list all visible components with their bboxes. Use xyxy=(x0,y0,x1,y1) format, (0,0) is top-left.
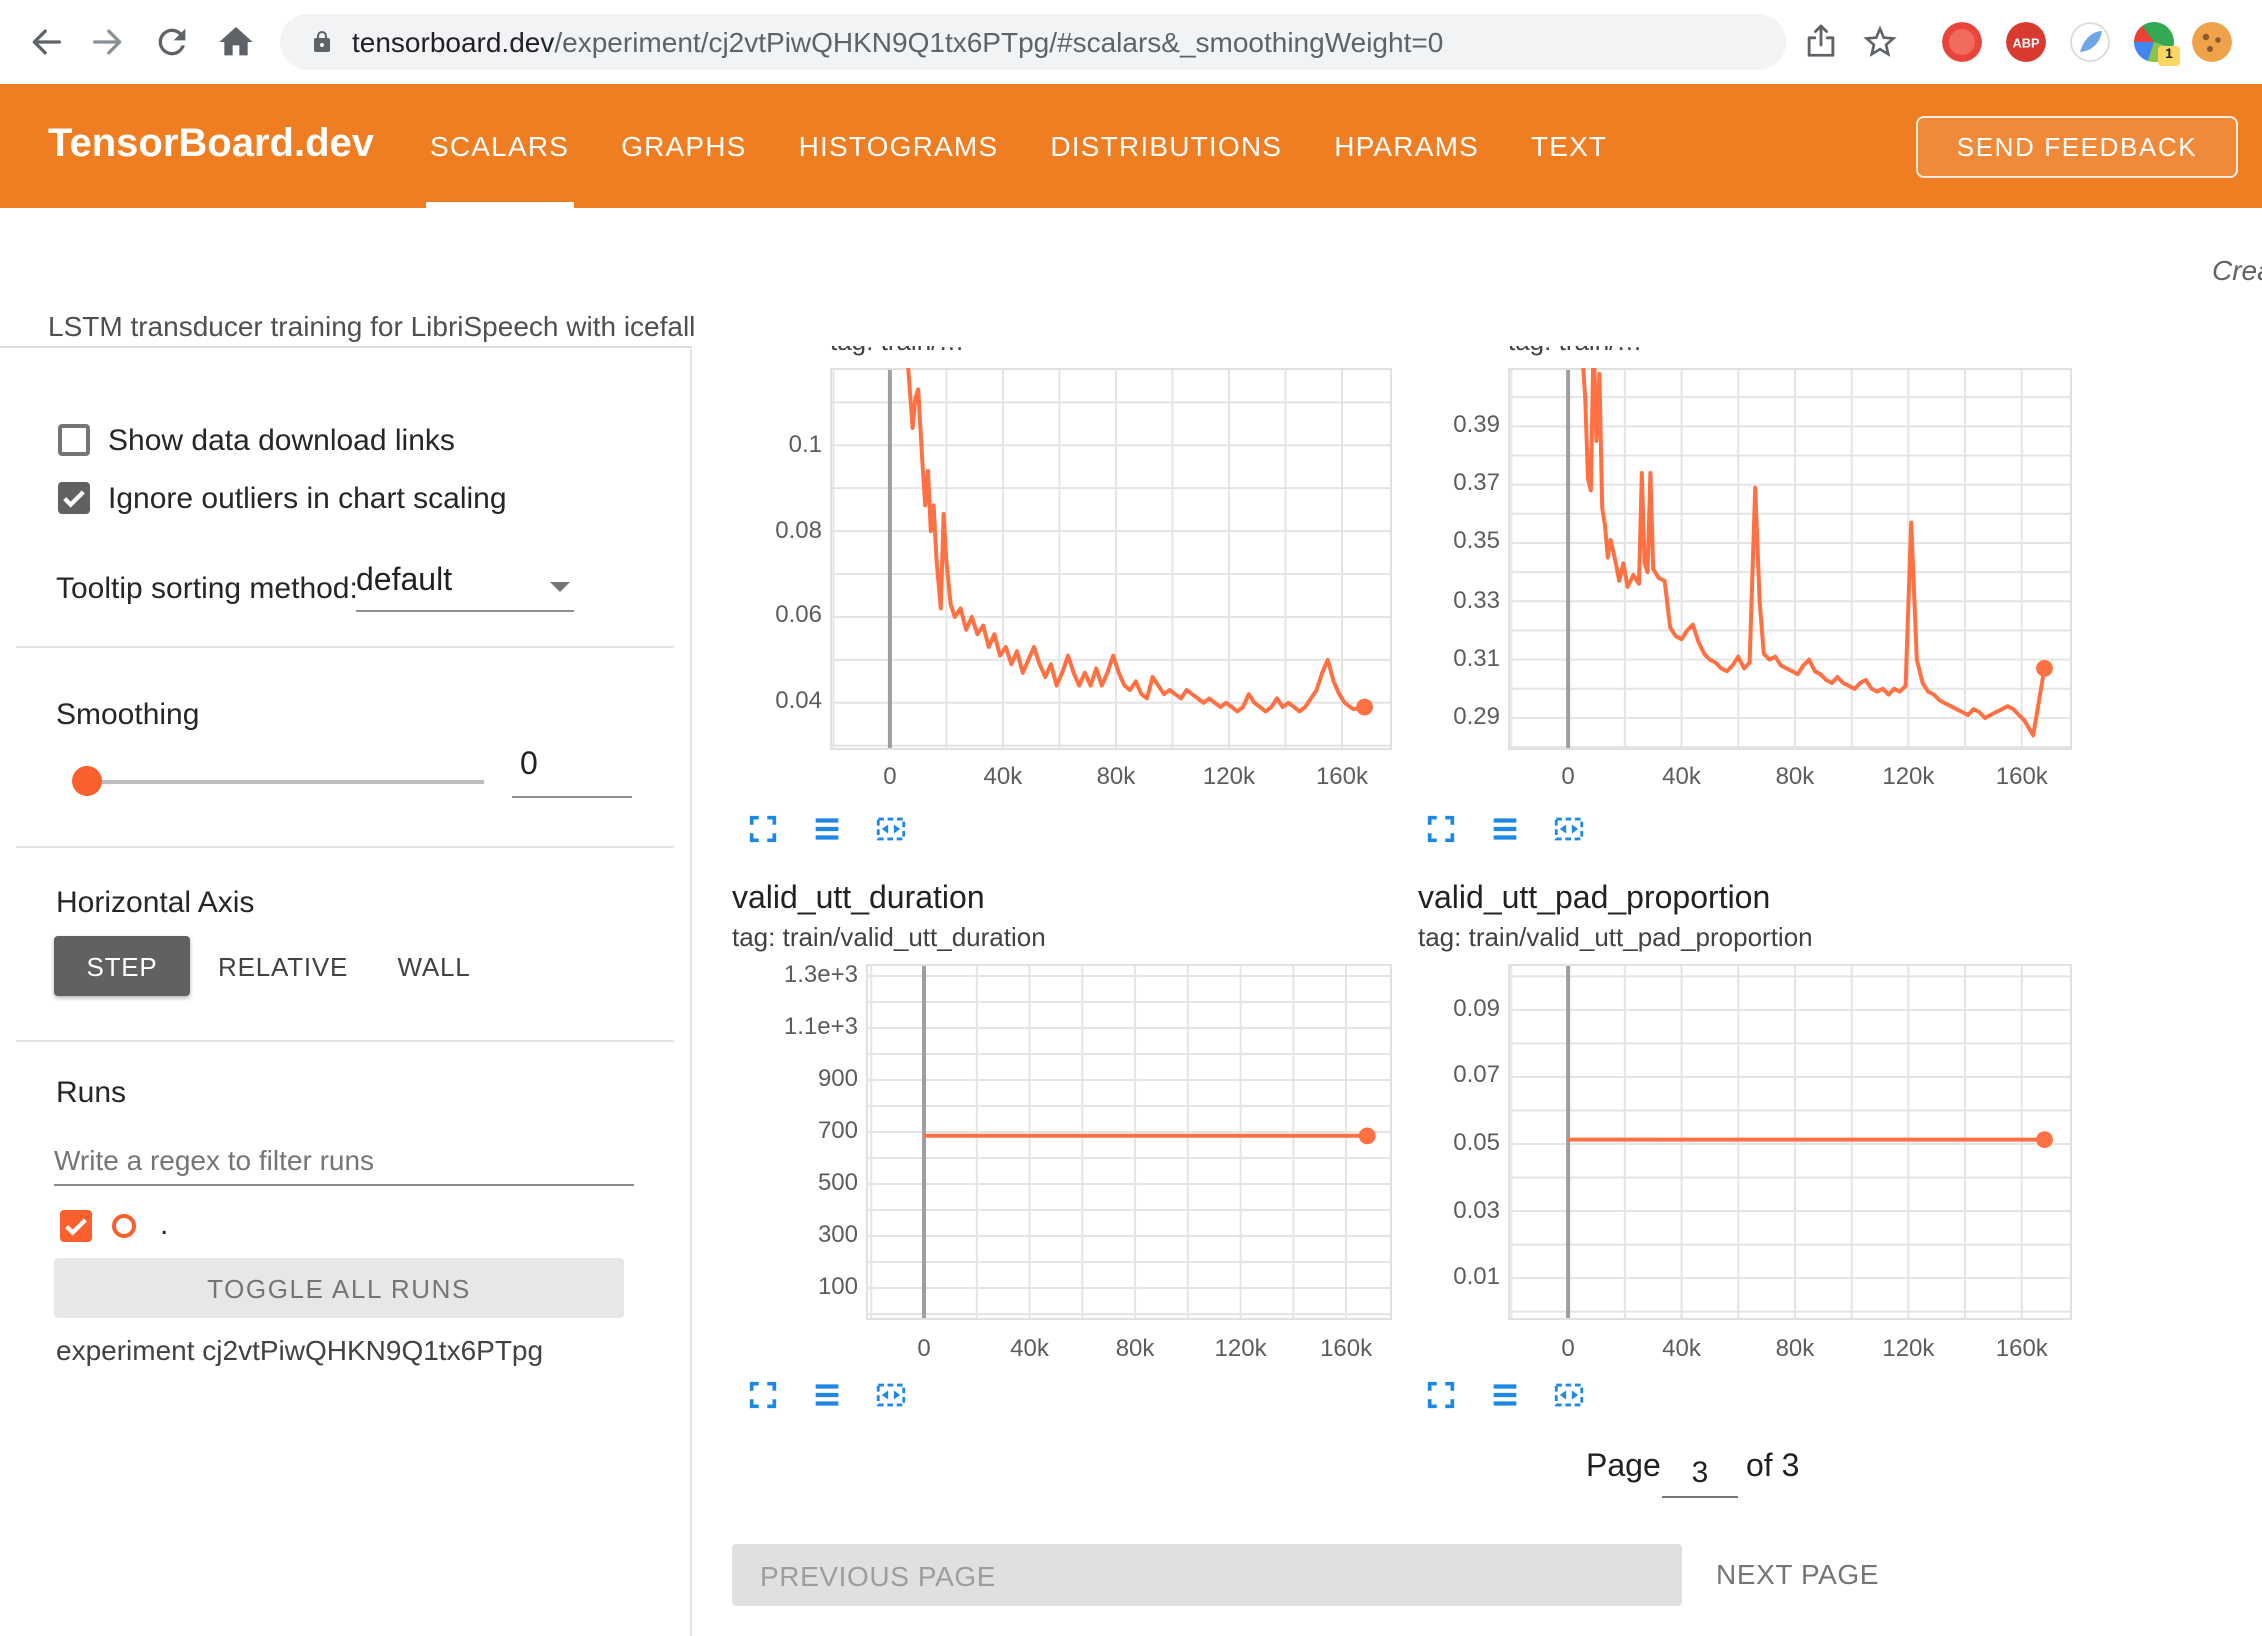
subheader: Crea LSTM transducer training for LibriS… xyxy=(0,208,2262,346)
browser-toolbar: tensorboard.dev/experiment/cj2vtPiwQHKN9… xyxy=(0,0,2262,84)
smoothing-slider-track[interactable] xyxy=(80,780,484,784)
home-icon[interactable] xyxy=(216,22,256,62)
blocker-extension-icon[interactable] xyxy=(1942,22,1982,62)
y-tick-label: 0.05 xyxy=(1453,1128,1500,1156)
x-tick-label: 120k xyxy=(1882,1334,1934,1362)
share-icon[interactable] xyxy=(1802,22,1840,60)
smoothing-slider-thumb[interactable] xyxy=(72,766,102,796)
reload-icon[interactable] xyxy=(152,22,192,62)
smoothing-label: Smoothing xyxy=(56,698,199,732)
fullscreen-icon[interactable] xyxy=(1424,1378,1458,1412)
tooltip-sorting-value: default xyxy=(356,564,452,598)
y-tick-label: 0.01 xyxy=(1453,1262,1500,1290)
back-icon[interactable] xyxy=(26,22,66,62)
page-number-input[interactable]: 3 xyxy=(1662,1448,1738,1498)
run-name: . xyxy=(160,1208,168,1242)
x-tick-label: 80k xyxy=(1776,1334,1815,1362)
divider xyxy=(16,1040,674,1042)
feather-extension-icon[interactable] xyxy=(2070,22,2110,62)
y-tick-label: 0.03 xyxy=(1453,1195,1500,1223)
abp-extension-icon[interactable]: ABP xyxy=(2006,22,2046,62)
star-icon[interactable] xyxy=(1860,22,1900,62)
settings-sidebar: Show data download links Ignore outliers… xyxy=(0,346,692,1636)
app-header: TensorBoard.dev SCALARS GRAPHS HISTOGRAM… xyxy=(0,84,2262,208)
ignore-outliers-label: Ignore outliers in chart scaling xyxy=(108,482,507,516)
divider xyxy=(16,846,674,848)
chart-toolbar xyxy=(1424,1378,1586,1412)
y-axis: 0.09 0.07 0.05 0.03 0.01 xyxy=(1380,964,1500,1320)
url-text: tensorboard.dev/experiment/cj2vtPiwQHKN9… xyxy=(352,26,1443,58)
run-color-swatch xyxy=(112,1214,136,1238)
x-tick-label: 40k xyxy=(1662,1334,1701,1362)
nav-tabs: SCALARS GRAPHS HISTOGRAMS DISTRIBUTIONS … xyxy=(430,84,1607,208)
x-axis: 0 40k 80k 120k 160k xyxy=(1508,1334,2072,1366)
creator-text-partial: Crea xyxy=(2212,254,2262,286)
x-tick-label: 0 xyxy=(1561,1334,1574,1362)
y-tick-label: 0.07 xyxy=(1453,1061,1500,1089)
ignore-outliers-checkbox[interactable] xyxy=(58,482,90,514)
notification-badge: 1 xyxy=(2158,46,2180,66)
tab-scalars[interactable]: SCALARS xyxy=(430,84,569,208)
axis-relative-button[interactable]: RELATIVE xyxy=(206,936,350,996)
tooltip-sorting-label: Tooltip sorting method: xyxy=(56,572,358,606)
run-checkbox[interactable] xyxy=(60,1210,92,1242)
page-label: Page xyxy=(1586,1450,1661,1486)
tooltip-sorting-dropdown[interactable]: default xyxy=(356,564,574,612)
lock-icon xyxy=(310,30,334,54)
experiment-name: experiment cj2vtPiwQHKN9Q1tx6PTpg xyxy=(56,1334,543,1366)
show-download-links-checkbox[interactable] xyxy=(58,424,90,456)
runs-label: Runs xyxy=(56,1076,126,1110)
page: tensorboard.dev/experiment/cj2vtPiwQHKN9… xyxy=(0,0,2262,1636)
tab-text[interactable]: TEXT xyxy=(1531,84,1607,208)
axis-step-button[interactable]: STEP xyxy=(54,936,190,996)
next-page-button[interactable]: NEXT PAGE xyxy=(1716,1558,1879,1590)
chart-plot[interactable] xyxy=(1508,964,2072,1320)
previous-page-button[interactable]: PREVIOUS PAGE xyxy=(732,1544,1682,1606)
tab-histograms[interactable]: HISTOGRAMS xyxy=(799,84,999,208)
send-feedback-button[interactable]: SEND FEEDBACK xyxy=(1916,116,2238,178)
show-download-links-label: Show data download links xyxy=(108,424,455,458)
url-bar[interactable]: tensorboard.dev/experiment/cj2vtPiwQHKN9… xyxy=(280,14,1786,70)
toggle-all-runs-button[interactable]: TOGGLE ALL RUNS xyxy=(54,1258,624,1318)
forward-icon[interactable] xyxy=(88,22,128,62)
divider xyxy=(16,646,674,648)
chart-canvas[interactable] xyxy=(1508,964,2072,1320)
fit-domain-icon[interactable] xyxy=(1552,1378,1586,1412)
cookie-extension-icon[interactable] xyxy=(2192,22,2232,62)
tab-graphs[interactable]: GRAPHS xyxy=(621,84,746,208)
chart-card-3: valid_utt_pad_proportion tag: train/vali… xyxy=(692,346,2262,1636)
app-logo[interactable]: TensorBoard.dev xyxy=(48,122,374,168)
x-tick-label: 160k xyxy=(1996,1334,2048,1362)
chart-title: valid_utt_pad_proportion xyxy=(1418,882,1770,918)
axis-wall-button[interactable]: WALL xyxy=(380,936,488,996)
data-lines-icon[interactable] xyxy=(1488,1378,1522,1412)
runs-regex-input[interactable] xyxy=(54,1134,634,1186)
page-of-label: of 3 xyxy=(1746,1450,1799,1486)
svg-text:ABP: ABP xyxy=(2012,36,2039,51)
tab-hparams[interactable]: HPARAMS xyxy=(1334,84,1479,208)
chart-tag: tag: train/valid_utt_pad_proportion xyxy=(1418,922,1813,952)
tab-distributions[interactable]: DISTRIBUTIONS xyxy=(1050,84,1282,208)
smoothing-value-field[interactable]: 0 xyxy=(512,748,632,798)
url-path: /experiment/cj2vtPiwQHKN9Q1tx6PTpg/#scal… xyxy=(554,26,1443,58)
horizontal-axis-label: Horizontal Axis xyxy=(56,886,254,920)
y-tick-label: 0.09 xyxy=(1453,994,1500,1022)
charts-panel: tag: train/… 0.10.080.060.04 040k80k120k… xyxy=(692,346,2262,1636)
experiment-description: LSTM transducer training for LibriSpeech… xyxy=(48,310,695,342)
url-domain: tensorboard.dev xyxy=(352,26,554,58)
